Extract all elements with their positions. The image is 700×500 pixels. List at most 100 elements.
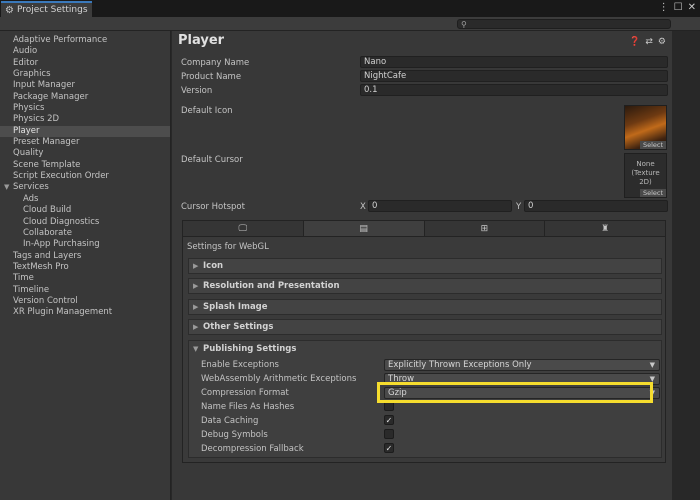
collapse-arrow-icon: ▶ <box>193 262 199 270</box>
default-cursor-select-button[interactable]: Select <box>639 189 666 197</box>
version-label: Version <box>181 86 213 96</box>
inspector-header-icons: ❓ ⇄ ⚙ <box>629 37 666 47</box>
category-list: Adaptive Performance Audio Editor Graphi… <box>0 31 171 500</box>
sidebar-item-scene-template[interactable]: Scene Template <box>0 160 170 171</box>
company-name-field[interactable]: Nano <box>360 56 668 68</box>
data-caching-label: Data Caching <box>201 416 259 426</box>
sidebar-item-tags-and-layers[interactable]: Tags and Layers <box>0 251 170 262</box>
settings-gear-icon[interactable]: ⚙ <box>658 37 666 47</box>
hotspot-x-field[interactable]: 0 <box>368 200 512 212</box>
sidebar-item-script-execution-order[interactable]: Script Execution Order <box>0 171 170 182</box>
sidebar-item-audio[interactable]: Audio <box>0 46 170 57</box>
maximize-icon[interactable]: ☐ <box>674 2 683 13</box>
help-icon[interactable]: ❓ <box>629 37 640 47</box>
sidebar-item-cloud-build[interactable]: Cloud Build <box>0 205 170 216</box>
sidebar-item-adaptive-performance[interactable]: Adaptive Performance <box>0 35 170 46</box>
dropdown-arrow-icon: ▼ <box>649 361 655 369</box>
expand-arrow-icon[interactable]: ▼ <box>4 182 13 193</box>
hotspot-x-label: X <box>360 202 366 212</box>
hotspot-y-label: Y <box>516 202 522 212</box>
default-icon-select-button[interactable]: Select <box>639 141 666 149</box>
section-splash-image[interactable]: ▶ Splash Image <box>188 299 662 315</box>
default-icon-label: Default Icon <box>181 106 233 116</box>
default-cursor-slot[interactable]: None (Texture 2D) Select <box>624 153 667 198</box>
product-name-field[interactable]: NightCafe <box>360 70 668 82</box>
window-tab-strip: ⚙ Project Settings ⋮ ☐ ✕ <box>0 0 700 17</box>
debug-symbols-label: Debug Symbols <box>201 430 268 440</box>
sidebar-item-graphics[interactable]: Graphics <box>0 69 170 80</box>
close-icon[interactable]: ✕ <box>688 2 696 13</box>
default-icon-slot[interactable]: Select <box>624 105 667 150</box>
decompression-fallback-label: Decompression Fallback <box>201 444 304 454</box>
scrollbar-gutter <box>672 31 700 500</box>
project-settings-tab[interactable]: ⚙ Project Settings <box>1 1 92 17</box>
sidebar-item-in-app-purchasing[interactable]: In-App Purchasing <box>0 239 170 250</box>
sidebar-group-services[interactable]: ▼ Services <box>0 182 170 193</box>
tab-webgl[interactable]: ▤ <box>303 221 425 236</box>
search-icon: ⚲ <box>461 19 467 29</box>
more-options-icon[interactable]: ⋮ <box>659 2 669 13</box>
webgl-settings-panel: Settings for WebGL ▶ Icon ▶ Resolution and… <box>182 237 666 463</box>
page-title: Player <box>178 33 225 48</box>
sidebar-item-input-manager[interactable]: Input Manager <box>0 80 170 91</box>
cursor-none-text: None <box>636 160 655 168</box>
settings-for-label: Settings for WebGL <box>187 242 269 252</box>
name-files-as-hashes-label: Name Files As Hashes <box>201 402 295 412</box>
platform-tabs: 🖵 ▤ ⊞ ♜ <box>182 220 666 237</box>
publishing-settings-header[interactable]: ▼ Publishing Settings <box>189 341 661 357</box>
sidebar-item-textmesh-pro[interactable]: TextMesh Pro <box>0 262 170 273</box>
expand-arrow-icon: ▼ <box>193 345 199 353</box>
sidebar-item-player[interactable]: Player <box>0 125 170 138</box>
cursor-type-text: (Texture 2D) <box>631 169 660 186</box>
toolbar: ⚲ <box>0 17 700 31</box>
data-caching-checkbox[interactable]: ✓ <box>384 415 394 425</box>
company-name-label: Company Name <box>181 58 250 68</box>
section-resolution-and-presentation[interactable]: ▶ Resolution and Presentation <box>188 278 662 294</box>
window-controls: ⋮ ☐ ✕ <box>659 2 696 13</box>
sidebar-item-time[interactable]: Time <box>0 273 170 284</box>
debug-symbols-checkbox[interactable] <box>384 429 394 439</box>
section-other-settings[interactable]: ▶ Other Settings <box>188 319 662 335</box>
decompression-fallback-checkbox[interactable]: ✓ <box>384 443 394 453</box>
cursor-hotspot-label: Cursor Hotspot <box>181 202 245 212</box>
sidebar-item-ads[interactable]: Ads <box>0 194 170 205</box>
sidebar-item-package-manager[interactable]: Package Manager <box>0 92 170 103</box>
sidebar-item-physics-2d[interactable]: Physics 2D <box>0 114 170 125</box>
player-inspector: Player ❓ ⇄ ⚙ Company Name Nano Product N… <box>172 31 672 500</box>
section-icon[interactable]: ▶ Icon <box>188 258 662 274</box>
sidebar-item-collaborate[interactable]: Collaborate <box>0 228 170 239</box>
tab-android[interactable]: ♜ <box>545 221 665 236</box>
dropdown-arrow-icon: ▼ <box>649 375 655 383</box>
collapse-arrow-icon: ▶ <box>193 282 199 290</box>
sidebar-item-timeline[interactable]: Timeline <box>0 285 170 296</box>
collapse-arrow-icon: ▶ <box>193 323 199 331</box>
sidebar-item-physics[interactable]: Physics <box>0 103 170 114</box>
compression-format-dropdown[interactable]: Gzip ▼ <box>384 387 660 399</box>
dropdown-arrow-icon: ▼ <box>649 389 655 397</box>
android-icon: ♜ <box>601 223 610 234</box>
sidebar-item-editor[interactable]: Editor <box>0 58 170 69</box>
search-input[interactable]: ⚲ <box>457 19 671 29</box>
windows-icon: ⊞ <box>480 223 489 234</box>
sidebar-item-xr-plugin-management[interactable]: XR Plugin Management <box>0 307 170 318</box>
section-publishing-settings: ▼ Publishing Settings Enable Exceptions E… <box>188 340 662 458</box>
wasm-arithmetic-exceptions-dropdown[interactable]: Throw ▼ <box>384 373 660 385</box>
product-name-label: Product Name <box>181 72 242 82</box>
default-cursor-label: Default Cursor <box>181 155 243 165</box>
monitor-icon: 🖵 <box>238 223 248 234</box>
tab-standalone[interactable]: 🖵 <box>183 221 304 236</box>
preset-icon[interactable]: ⇄ <box>645 37 653 47</box>
sidebar-item-cloud-diagnostics[interactable]: Cloud Diagnostics <box>0 217 170 228</box>
hotspot-y-field[interactable]: 0 <box>524 200 668 212</box>
enable-exceptions-label: Enable Exceptions <box>201 360 279 370</box>
name-files-as-hashes-checkbox[interactable] <box>384 401 394 411</box>
wasm-arithmetic-exceptions-label: WebAssembly Arithmetic Exceptions <box>201 374 357 384</box>
version-field[interactable]: 0.1 <box>360 84 668 96</box>
tab-windows[interactable]: ⊞ <box>424 221 546 236</box>
sidebar-item-preset-manager[interactable]: Preset Manager <box>0 137 170 148</box>
compression-format-label: Compression Format <box>201 388 289 398</box>
sidebar-item-quality[interactable]: Quality <box>0 148 170 159</box>
gear-icon: ⚙ <box>5 4 14 16</box>
enable-exceptions-dropdown[interactable]: Explicitly Thrown Exceptions Only ▼ <box>384 359 660 371</box>
sidebar-item-version-control[interactable]: Version Control <box>0 296 170 307</box>
